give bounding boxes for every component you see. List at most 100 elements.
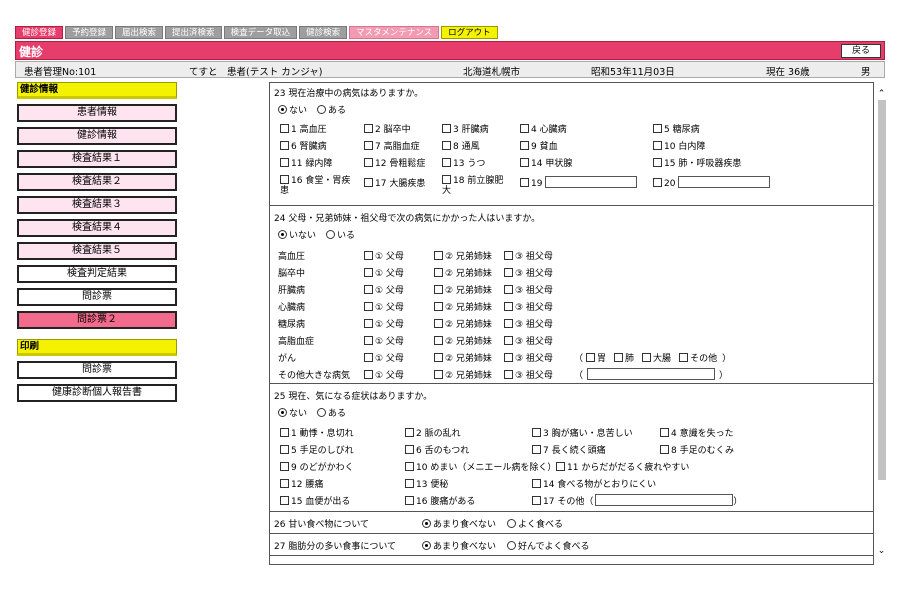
q24-checkbox-parents[interactable]: ① 父母 xyxy=(364,283,404,296)
sidebar-item-exam-result-5[interactable]: 検査結果５ xyxy=(17,242,177,260)
q24-checkbox-siblings[interactable]: ② 兄弟姉妹 xyxy=(434,351,492,364)
back-button[interactable]: 戻る xyxy=(841,44,881,58)
q24-radio-yes[interactable]: いる xyxy=(326,228,355,241)
q24-cancer-type-options[interactable]: （胃肺大腸 その他） xyxy=(574,351,731,364)
q25-checkbox-item[interactable]: 1 動悸・息切れ xyxy=(280,426,354,439)
q24-checkbox-grandparents[interactable]: ③ 祖父母 xyxy=(504,368,553,381)
question-24: 24 父母・兄弟姉妹・祖父母で次の病気にかかった人はいますか。 いない いる 高… xyxy=(270,206,873,384)
q23-checkbox-item[interactable]: 13 うつ xyxy=(442,156,485,169)
q24-checkbox-parents[interactable]: ① 父母 xyxy=(364,351,404,364)
q25-checkbox-item[interactable]: 15 血便が出る xyxy=(280,494,350,507)
q24-checkbox-grandparents[interactable]: ③ 祖父母 xyxy=(504,334,553,347)
q24-disease-row: その他大きな病気 ① 父母 ② 兄弟姉妹 ③ 祖父母 （） xyxy=(270,365,873,382)
q25-checkbox-item[interactable]: 8 手足のむくみ xyxy=(660,443,734,456)
q27-text: 27 脂肪分の多い食事について xyxy=(274,542,397,552)
q23-checkbox-item[interactable]: 15 肺・呼吸器疾患 xyxy=(653,156,741,169)
q25-other-input[interactable] xyxy=(595,494,734,506)
q25-radio-yes[interactable]: ある xyxy=(317,406,346,419)
scroll-thumb[interactable] xyxy=(878,100,886,480)
sidebar-item-print-report[interactable]: 健康診断個人報告書 xyxy=(17,384,177,402)
nav-tab-submitted-search[interactable]: 提出済検索 xyxy=(165,26,222,39)
q24-other-disease[interactable]: （） xyxy=(574,368,728,381)
q27-radio-rarely[interactable]: あまり食べない xyxy=(422,539,496,552)
q24-checkbox-grandparents[interactable]: ③ 祖父母 xyxy=(504,317,553,330)
nav-tab-reservation[interactable]: 予約登録 xyxy=(65,26,114,39)
q24-checkbox-grandparents[interactable]: ③ 祖父母 xyxy=(504,283,553,296)
q24-checkbox-parents[interactable]: ① 父母 xyxy=(364,300,404,313)
sidebar-item-print-questionnaire[interactable]: 問診票 xyxy=(17,361,177,379)
vertical-scrollbar[interactable]: ⌃ ⌄ xyxy=(876,82,887,565)
q24-checkbox-siblings[interactable]: ② 兄弟姉妹 xyxy=(434,317,492,330)
q24-checkbox-siblings[interactable]: ② 兄弟姉妹 xyxy=(434,266,492,279)
q24-checkbox-parents[interactable]: ① 父母 xyxy=(364,334,404,347)
nav-tab-data-import[interactable]: 検査データ取込 xyxy=(223,26,298,39)
q23-checkbox-item[interactable]: 5 糖尿病 xyxy=(653,122,700,135)
q23-checkbox-item[interactable]: 9 貧血 xyxy=(520,139,558,152)
q24-radio-no[interactable]: いない xyxy=(278,228,316,241)
nav-tab-registration[interactable]: 健診登録 xyxy=(15,26,64,39)
q25-radio-no[interactable]: ない xyxy=(278,406,307,419)
q23-checkbox-item[interactable]: 6 腎臓病 xyxy=(280,139,327,152)
q23-checkbox-item[interactable]: 4 心臓病 xyxy=(520,122,567,135)
nav-tab-checkup-search[interactable]: 健診検索 xyxy=(299,26,348,39)
q23-radio-no[interactable]: ない xyxy=(278,103,307,116)
q23-checkbox-item[interactable]: 3 肝臓病 xyxy=(442,122,489,135)
q25-checkbox-item[interactable]: 2 脈の乱れ xyxy=(405,426,461,439)
q23-checkbox-item[interactable]: 10 白内障 xyxy=(653,139,705,152)
q24-checkbox-parents[interactable]: ① 父母 xyxy=(364,249,404,262)
q24-checkbox-parents[interactable]: ① 父母 xyxy=(364,368,404,381)
sidebar-item-exam-result-1[interactable]: 検査結果１ xyxy=(17,150,177,168)
q23-checkbox-item[interactable]: 14 甲状腺 xyxy=(520,156,572,169)
sidebar-item-exam-result-3[interactable]: 検査結果３ xyxy=(17,196,177,214)
q23-checkbox-item[interactable]: 7 高脂血症 xyxy=(364,139,420,152)
sidebar-item-questionnaire-2[interactable]: 問診票２ xyxy=(17,311,177,329)
q23-checkbox-item[interactable]: 1 高血圧 xyxy=(280,122,327,135)
q25-checkbox-other[interactable]: 17 その他（） xyxy=(532,494,742,507)
q24-checkbox-siblings[interactable]: ② 兄弟姉妹 xyxy=(434,249,492,262)
logout-button[interactable]: ログアウト xyxy=(441,26,498,39)
q24-disease-row: 高脂血症 ① 父母 ② 兄弟姉妹 ③ 祖父母 xyxy=(270,331,873,348)
q24-checkbox-siblings[interactable]: ② 兄弟姉妹 xyxy=(434,334,492,347)
q25-checkbox-item[interactable]: 5 手足のしびれ xyxy=(280,443,354,456)
q25-checkbox-item[interactable]: 6 舌のもつれ xyxy=(405,443,469,456)
q25-checkbox-item[interactable]: 10 めまい（メニエール病を除く） xyxy=(405,460,556,473)
sidebar-item-checkup-info[interactable]: 健診情報 xyxy=(17,127,177,145)
q23-checkbox-item[interactable]: 2 脳卒中 xyxy=(364,122,411,135)
scroll-down-icon[interactable]: ⌄ xyxy=(876,546,887,557)
q25-checkbox-item[interactable]: 16 腹痛がある xyxy=(405,494,475,507)
sidebar-item-questionnaire[interactable]: 問診票 xyxy=(17,288,177,306)
nav-tab-report-search[interactable]: 届出検索 xyxy=(115,26,164,39)
sidebar-item-exam-judgement[interactable]: 検査判定結果 xyxy=(17,265,177,283)
q25-checkbox-item[interactable]: 4 意識を失った xyxy=(660,426,734,439)
q26-radio-rarely[interactable]: あまり食べない xyxy=(422,517,496,530)
q24-checkbox-siblings[interactable]: ② 兄弟姉妹 xyxy=(434,300,492,313)
nav-tab-master-maintenance[interactable]: マスタメンテナンス xyxy=(349,26,440,39)
q23-checkbox-item[interactable]: 8 通風 xyxy=(442,139,480,152)
q24-other-disease-input[interactable] xyxy=(587,368,716,380)
q24-disease-row: 肝臓病 ① 父母 ② 兄弟姉妹 ③ 祖父母 xyxy=(270,280,873,297)
sidebar-item-exam-result-4[interactable]: 検査結果４ xyxy=(17,219,177,237)
sidebar-item-exam-result-2[interactable]: 検査結果２ xyxy=(17,173,177,191)
q24-checkbox-siblings[interactable]: ② 兄弟姉妹 xyxy=(434,368,492,381)
q25-checkbox-item[interactable]: 11 からだがだるく疲れやすい xyxy=(556,460,689,473)
q25-checkbox-item[interactable]: 14 食べる物がとおりにくい xyxy=(532,477,656,490)
q24-checkbox-grandparents[interactable]: ③ 祖父母 xyxy=(504,300,553,313)
q23-radio-yes[interactable]: ある xyxy=(317,103,346,116)
scroll-up-icon[interactable]: ⌃ xyxy=(876,89,887,100)
q24-checkbox-grandparents[interactable]: ③ 祖父母 xyxy=(504,351,553,364)
q23-checkbox-item[interactable]: 11 緑内障 xyxy=(280,156,332,169)
q24-checkbox-parents[interactable]: ① 父母 xyxy=(364,317,404,330)
q24-checkbox-grandparents[interactable]: ③ 祖父母 xyxy=(504,249,553,262)
q25-checkbox-item[interactable]: 13 便秘 xyxy=(405,477,448,490)
q23-checkbox-item[interactable]: 12 骨粗鬆症 xyxy=(364,156,425,169)
q25-checkbox-item[interactable]: 3 胸が痛い・息苦しい xyxy=(532,426,633,439)
q27-radio-often[interactable]: 好んでよく食べる xyxy=(507,539,590,552)
q25-checkbox-item[interactable]: 7 長く続く頭痛 xyxy=(532,443,606,456)
q26-radio-often[interactable]: よく食べる xyxy=(507,517,563,530)
q24-checkbox-siblings[interactable]: ② 兄弟姉妹 xyxy=(434,283,492,296)
q24-checkbox-parents[interactable]: ① 父母 xyxy=(364,266,404,279)
sidebar-item-patient-info[interactable]: 患者情報 xyxy=(17,104,177,122)
q24-checkbox-grandparents[interactable]: ③ 祖父母 xyxy=(504,266,553,279)
q25-checkbox-item[interactable]: 9 のどがかわく xyxy=(280,460,354,473)
q25-checkbox-item[interactable]: 12 腰痛 xyxy=(280,477,323,490)
